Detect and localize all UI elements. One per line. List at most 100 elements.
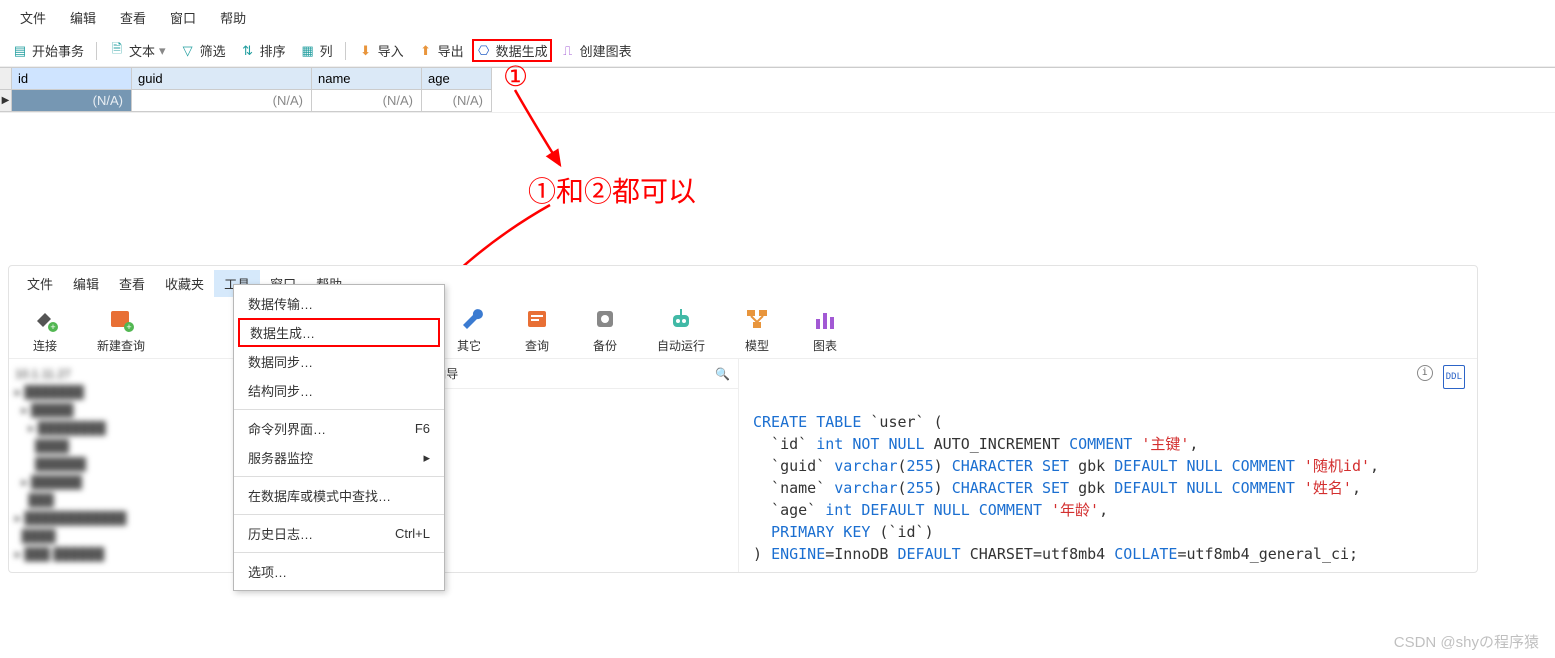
label: 筛选 <box>200 41 226 60</box>
label: 图表 <box>813 337 837 354</box>
chart-button[interactable]: 图表 <box>803 303 847 356</box>
column-button[interactable]: ▦列 <box>294 39 339 62</box>
separator <box>234 409 444 410</box>
label: 命令列界面… <box>248 419 326 438</box>
separator <box>234 514 444 515</box>
text-icon: 🗎 <box>109 43 125 59</box>
menu-file[interactable]: 文件 <box>8 4 58 31</box>
cell-name[interactable]: (N/A) <box>312 90 422 112</box>
label: 其它 <box>457 337 481 354</box>
label: 导出 <box>438 41 464 60</box>
svg-text:+: + <box>50 322 55 332</box>
shortcut: F6 <box>415 421 430 436</box>
label: 选项… <box>248 562 287 581</box>
menubar-top: 文件 编辑 查看 窗口 帮助 <box>0 0 1555 35</box>
bars-icon <box>811 305 839 333</box>
plug-icon: + <box>31 305 59 333</box>
nav-tree[interactable]: 10.1.11.27 ▸ ███████ ▸ █████ ▸ ████████ … <box>9 359 245 572</box>
info-icon[interactable]: i <box>1417 365 1433 381</box>
main-toolbar: +连接 +新建查询 户 其它 查询 备份 自动运行 模型 图表 <box>9 301 1477 362</box>
menu-options[interactable]: 选项… <box>234 557 444 586</box>
col-header-name[interactable]: name <box>312 68 422 90</box>
label: 数据同步… <box>248 352 313 371</box>
label: 连接 <box>33 337 57 354</box>
shortcut: Ctrl+L <box>395 526 430 541</box>
connect-button[interactable]: + 连接 <box>23 303 67 356</box>
menu-cmdline[interactable]: 命令列界面… F6 <box>234 414 444 443</box>
col-header-guid[interactable]: guid <box>132 68 312 90</box>
label: 数据生成 <box>496 41 548 60</box>
query-icon <box>523 305 551 333</box>
export-button[interactable]: ⬆导出 <box>412 39 470 62</box>
menu-data-generate[interactable]: 数据生成… <box>238 318 440 347</box>
cell-guid[interactable]: (N/A) <box>132 90 312 112</box>
model-icon <box>743 305 771 333</box>
datagen-button[interactable]: ⎔数据生成 <box>472 39 552 62</box>
wrench-icon <box>455 305 483 333</box>
watermark: CSDN @shyの程序猿 <box>1394 631 1539 652</box>
window-top: 文件 编辑 查看 窗口 帮助 ▤开始事务 🗎文本 ▾ ▽筛选 ⇅排序 ▦列 ⬇导… <box>0 0 1555 113</box>
menu-struct-sync[interactable]: 结构同步… <box>234 376 444 405</box>
new-query-button[interactable]: + 新建查询 <box>91 303 151 356</box>
ddl-panel: i DDL CREATE TABLE `user` ( `id` int NOT… <box>739 359 1477 572</box>
menu-data-sync[interactable]: 数据同步… <box>234 347 444 376</box>
separator <box>234 476 444 477</box>
chart-icon: ⎍ <box>560 43 576 59</box>
menu-history[interactable]: 历史日志… Ctrl+L <box>234 519 444 548</box>
svg-text:+: + <box>126 322 131 332</box>
menu-edit[interactable]: 编辑 <box>63 270 109 297</box>
tools-dropdown: 数据传输… 数据生成… 数据同步… 结构同步… 命令列界面…F6 服务器监控▸ … <box>233 284 445 591</box>
chevron-down-icon: ▾ <box>159 43 166 59</box>
import-button[interactable]: ⬇导入 <box>352 39 410 62</box>
other-button[interactable]: 其它 <box>447 303 491 356</box>
search-icon[interactable]: 🔍 <box>715 367 730 381</box>
menu-window[interactable]: 窗口 <box>158 4 208 31</box>
menu-find-in-db[interactable]: 在数据库或模式中查找… <box>234 481 444 510</box>
body: 10.1.11.27 ▸ ███████ ▸ █████ ▸ ████████ … <box>9 358 1477 572</box>
autorun-button[interactable]: 自动运行 <box>651 303 711 356</box>
db-icon: ▤ <box>12 43 28 59</box>
create-chart-button[interactable]: ⎍创建图表 <box>554 39 638 62</box>
separator <box>96 42 97 60</box>
col-header-age[interactable]: age <box>422 68 492 90</box>
menu-fav[interactable]: 收藏夹 <box>155 270 214 297</box>
ddl-badge[interactable]: DDL <box>1443 365 1465 389</box>
menu-server-monitor[interactable]: 服务器监控 ▸ <box>234 443 444 472</box>
label: 新建查询 <box>97 337 145 354</box>
menu-edit[interactable]: 编辑 <box>58 4 108 31</box>
label: 创建图表 <box>580 41 632 60</box>
filter-icon: ▽ <box>180 43 196 59</box>
datagen-icon: ⎔ <box>476 43 492 59</box>
label: 服务器监控 <box>248 448 313 467</box>
filter-button[interactable]: ▽筛选 <box>174 39 232 62</box>
backup-icon <box>591 305 619 333</box>
menu-view[interactable]: 查看 <box>108 4 158 31</box>
model-button[interactable]: 模型 <box>735 303 779 356</box>
chevron-right-icon: ▸ <box>423 450 430 466</box>
cell-id[interactable]: (N/A) <box>12 90 132 112</box>
cell-age[interactable]: (N/A) <box>422 90 492 112</box>
export-icon: ⬆ <box>418 43 434 59</box>
col-header-id[interactable]: id <box>12 68 132 90</box>
begin-transaction-button[interactable]: ▤开始事务 <box>6 39 90 62</box>
annotation-text: ①和②都可以 <box>528 170 696 210</box>
query-button[interactable]: 查询 <box>515 303 559 356</box>
label: 列 <box>320 41 333 60</box>
label: 导入 <box>378 41 404 60</box>
label: 模型 <box>745 337 769 354</box>
menu-help[interactable]: 帮助 <box>208 4 258 31</box>
menu-file[interactable]: 文件 <box>17 270 63 297</box>
robot-icon <box>667 305 695 333</box>
menu-view[interactable]: 查看 <box>109 270 155 297</box>
label: 自动运行 <box>657 337 705 354</box>
window-bottom: 文件 编辑 查看 收藏夹 工具 窗口 帮助 数据传输… 数据生成… 数据同步… … <box>8 265 1478 573</box>
label: 历史日志… <box>248 524 313 543</box>
tree-ip: 10.1.11.27 <box>15 365 239 383</box>
annotation-1: ① <box>503 60 528 93</box>
sort-button[interactable]: ⇅排序 <box>234 39 292 62</box>
backup-button[interactable]: 备份 <box>583 303 627 356</box>
menu-data-transfer[interactable]: 数据传输… <box>234 289 444 318</box>
text-button[interactable]: 🗎文本 ▾ <box>103 39 172 62</box>
sort-icon: ⇅ <box>240 43 256 59</box>
separator <box>234 552 444 553</box>
